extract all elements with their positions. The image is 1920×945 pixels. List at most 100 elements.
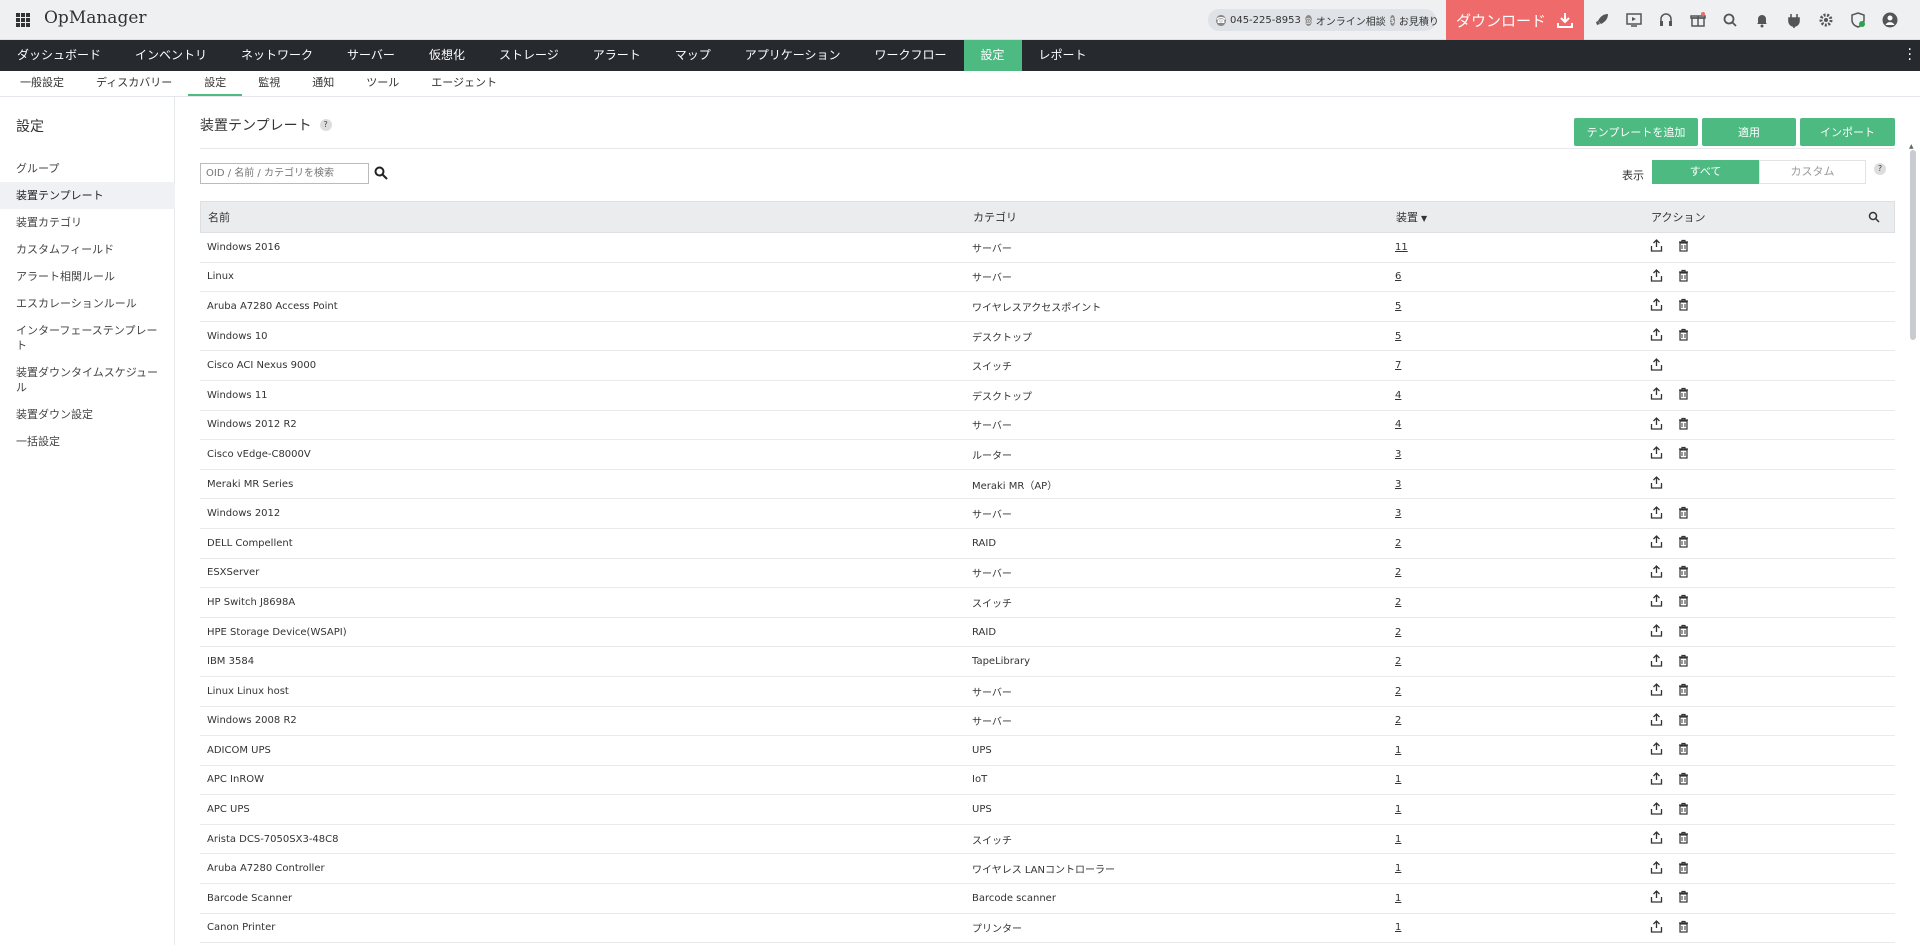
- sort-desc-icon[interactable]: ▼: [1421, 214, 1427, 223]
- help-icon[interactable]: ?: [319, 119, 332, 131]
- sidebar-item[interactable]: エスカレーションルール: [0, 290, 175, 317]
- delete-icon[interactable]: [1677, 594, 1690, 610]
- delete-icon[interactable]: [1677, 239, 1690, 255]
- filter-help-icon[interactable]: ?: [1874, 163, 1886, 175]
- online-consult-link[interactable]: オンライン相談: [1316, 13, 1386, 28]
- filter-all-toggle[interactable]: すべて: [1652, 160, 1759, 184]
- sub-nav-tab[interactable]: ツール: [350, 71, 415, 96]
- delete-icon[interactable]: [1677, 683, 1690, 699]
- filter-custom-toggle[interactable]: カスタム: [1759, 160, 1866, 184]
- device-count-link[interactable]: 2: [1395, 567, 1401, 578]
- sidebar-item[interactable]: アラート相関ルール: [0, 263, 175, 290]
- export-icon[interactable]: [1650, 446, 1663, 462]
- user-avatar-icon[interactable]: [1880, 10, 1900, 30]
- delete-icon[interactable]: [1677, 742, 1690, 758]
- export-icon[interactable]: [1650, 920, 1663, 936]
- export-icon[interactable]: [1650, 298, 1663, 314]
- device-count-link[interactable]: 11: [1395, 242, 1408, 253]
- vertical-scrollbar[interactable]: [1910, 150, 1916, 340]
- device-count-link[interactable]: 2: [1395, 627, 1401, 638]
- export-icon[interactable]: [1650, 860, 1663, 877]
- delete-icon[interactable]: [1677, 861, 1690, 877]
- column-header-name[interactable]: 名前: [208, 209, 230, 225]
- device-count-link[interactable]: 1: [1395, 745, 1401, 756]
- device-count-link[interactable]: 1: [1395, 834, 1401, 845]
- export-icon[interactable]: [1650, 594, 1663, 610]
- main-nav-item[interactable]: ストレージ: [482, 40, 576, 71]
- main-nav-item[interactable]: ダッシュボード: [0, 40, 118, 71]
- device-count-link[interactable]: 3: [1395, 449, 1401, 460]
- delete-icon[interactable]: [1677, 269, 1690, 285]
- main-nav-item[interactable]: ワークフロー: [858, 40, 964, 71]
- export-icon[interactable]: [1650, 239, 1663, 255]
- delete-icon[interactable]: [1677, 565, 1690, 581]
- apply-button[interactable]: 適用: [1702, 118, 1796, 146]
- device-count-link[interactable]: 1: [1395, 863, 1401, 874]
- delete-icon[interactable]: [1677, 328, 1690, 344]
- search-icon[interactable]: [1720, 10, 1740, 30]
- export-icon[interactable]: [1650, 268, 1663, 285]
- export-icon[interactable]: [1650, 890, 1663, 906]
- delete-icon[interactable]: [1677, 387, 1690, 403]
- app-logo[interactable]: OpManager: [44, 8, 147, 28]
- device-count-link[interactable]: 6: [1395, 271, 1401, 282]
- main-nav-item[interactable]: ネットワーク: [224, 40, 330, 71]
- device-count-link[interactable]: 4: [1395, 390, 1401, 401]
- device-count-link[interactable]: 1: [1395, 804, 1401, 815]
- app-grid-icon[interactable]: [16, 13, 30, 27]
- sub-nav-tab[interactable]: ディスカバリー: [80, 71, 188, 96]
- more-menu-icon[interactable]: · · ·: [1908, 43, 1912, 67]
- sidebar-item[interactable]: 装置テンプレート: [0, 182, 175, 209]
- sub-nav-tab[interactable]: 設定: [188, 71, 243, 96]
- main-nav-item[interactable]: 仮想化: [412, 40, 482, 71]
- table-search-icon[interactable]: [1868, 211, 1880, 223]
- delete-icon[interactable]: [1677, 298, 1690, 314]
- gear-icon[interactable]: [1816, 10, 1836, 30]
- device-count-link[interactable]: 2: [1395, 656, 1401, 667]
- delete-icon[interactable]: [1677, 654, 1690, 670]
- column-header-category[interactable]: カテゴリ: [973, 209, 1017, 225]
- shield-icon[interactable]: [1848, 10, 1868, 30]
- sidebar-item[interactable]: グループ: [0, 155, 175, 182]
- sub-nav-tab[interactable]: エージェント: [415, 71, 513, 96]
- delete-icon[interactable]: [1677, 772, 1690, 788]
- add-template-button[interactable]: テンプレートを追加: [1574, 118, 1698, 146]
- sidebar-item[interactable]: 一括設定: [0, 428, 175, 455]
- export-icon[interactable]: [1650, 476, 1663, 492]
- main-nav-item[interactable]: レポート: [1022, 40, 1104, 71]
- export-icon[interactable]: [1650, 505, 1663, 522]
- download-button[interactable]: ダウンロード: [1446, 0, 1584, 40]
- device-count-link[interactable]: 3: [1395, 479, 1401, 490]
- export-icon[interactable]: [1650, 801, 1663, 818]
- export-icon[interactable]: [1650, 328, 1663, 344]
- main-nav-item[interactable]: マップ: [658, 40, 728, 71]
- device-count-link[interactable]: 5: [1395, 301, 1401, 312]
- export-icon[interactable]: [1650, 653, 1663, 670]
- device-count-link[interactable]: 4: [1395, 419, 1401, 430]
- sidebar-item[interactable]: インターフェーステンプレート: [0, 317, 175, 359]
- sidebar-item[interactable]: 装置ダウン設定: [0, 401, 175, 428]
- export-icon[interactable]: [1650, 683, 1663, 699]
- export-icon[interactable]: [1650, 742, 1663, 758]
- device-count-link[interactable]: 7: [1395, 360, 1401, 371]
- template-search-input[interactable]: [200, 163, 369, 184]
- device-count-link[interactable]: 2: [1395, 538, 1401, 549]
- delete-icon[interactable]: [1677, 624, 1690, 640]
- delete-icon[interactable]: [1677, 831, 1690, 847]
- headset-icon[interactable]: [1656, 10, 1676, 30]
- device-count-link[interactable]: 3: [1395, 508, 1401, 519]
- import-button[interactable]: インポート: [1800, 118, 1895, 146]
- export-icon[interactable]: [1650, 712, 1663, 729]
- sidebar-item[interactable]: 装置ダウンタイムスケジュール: [0, 359, 175, 401]
- main-nav-item[interactable]: アラート: [576, 40, 658, 71]
- device-count-link[interactable]: 1: [1395, 774, 1401, 785]
- export-icon[interactable]: [1650, 564, 1663, 581]
- device-count-link[interactable]: 2: [1395, 715, 1401, 726]
- export-icon[interactable]: [1650, 535, 1663, 551]
- delete-icon[interactable]: [1677, 417, 1690, 433]
- device-count-link[interactable]: 5: [1395, 331, 1401, 342]
- export-icon[interactable]: [1650, 772, 1663, 788]
- column-header-devices[interactable]: 装置 ▼: [1396, 209, 1427, 225]
- screen-play-icon[interactable]: [1624, 10, 1644, 30]
- device-count-link[interactable]: 2: [1395, 686, 1401, 697]
